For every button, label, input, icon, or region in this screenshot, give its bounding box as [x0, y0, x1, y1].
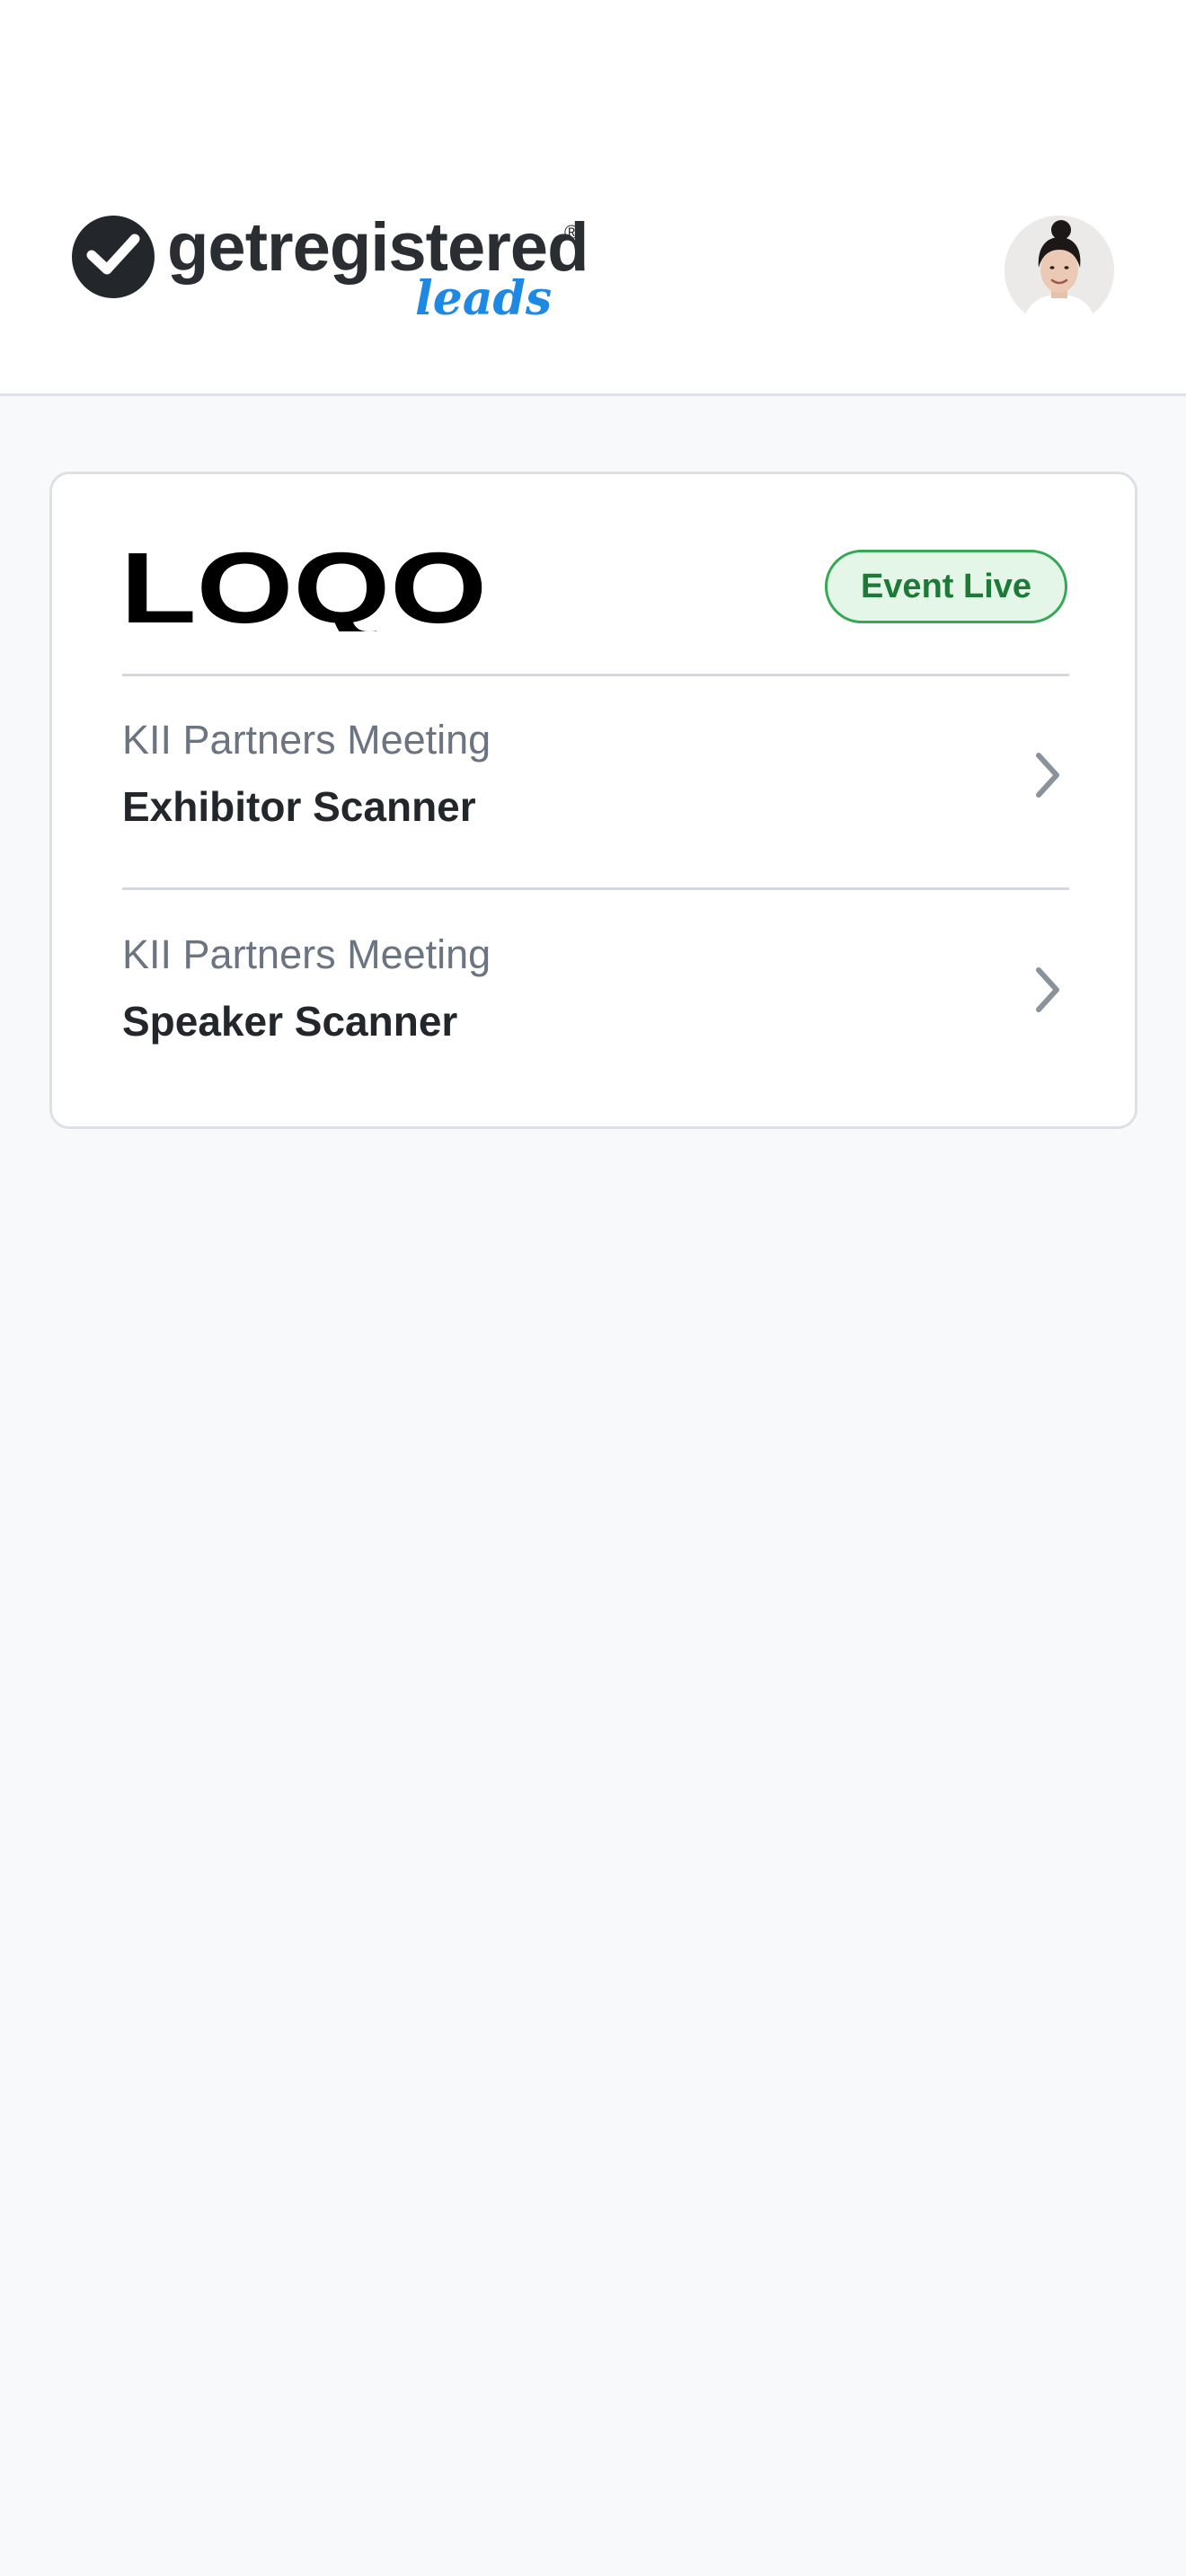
- list-item-speaker-scanner[interactable]: KII Partners Meeting Speaker Scanner: [122, 891, 1069, 1071]
- brand-logo[interactable]: getregistered ® leads: [72, 209, 593, 332]
- event-logo-text: LOQO: [120, 542, 487, 631]
- brand-subtitle: leads: [415, 271, 553, 326]
- divider: [122, 887, 1069, 890]
- scanner-name: Exhibitor Scanner: [122, 783, 476, 830]
- event-name: KII Partners Meeting: [122, 931, 491, 977]
- chevron-right-icon: [1036, 967, 1059, 1012]
- event-logo: LOQO: [120, 542, 487, 631]
- status-badge: Event Live: [825, 550, 1067, 623]
- avatar-photo-icon: [1005, 216, 1114, 325]
- registered-mark: ®: [564, 221, 580, 243]
- checkmark-logo-icon: [72, 216, 155, 298]
- app-header: getregistered ® leads: [0, 0, 1186, 396]
- event-name: KII Partners Meeting: [122, 717, 491, 763]
- event-card: LOQO Event Live KII Partners Meeting Exh…: [49, 472, 1137, 1129]
- user-avatar[interactable]: [1005, 216, 1114, 325]
- scanner-name: Speaker Scanner: [122, 998, 458, 1045]
- chevron-right-icon: [1036, 753, 1059, 798]
- list-item-exhibitor-scanner[interactable]: KII Partners Meeting Exhibitor Scanner: [122, 676, 1069, 856]
